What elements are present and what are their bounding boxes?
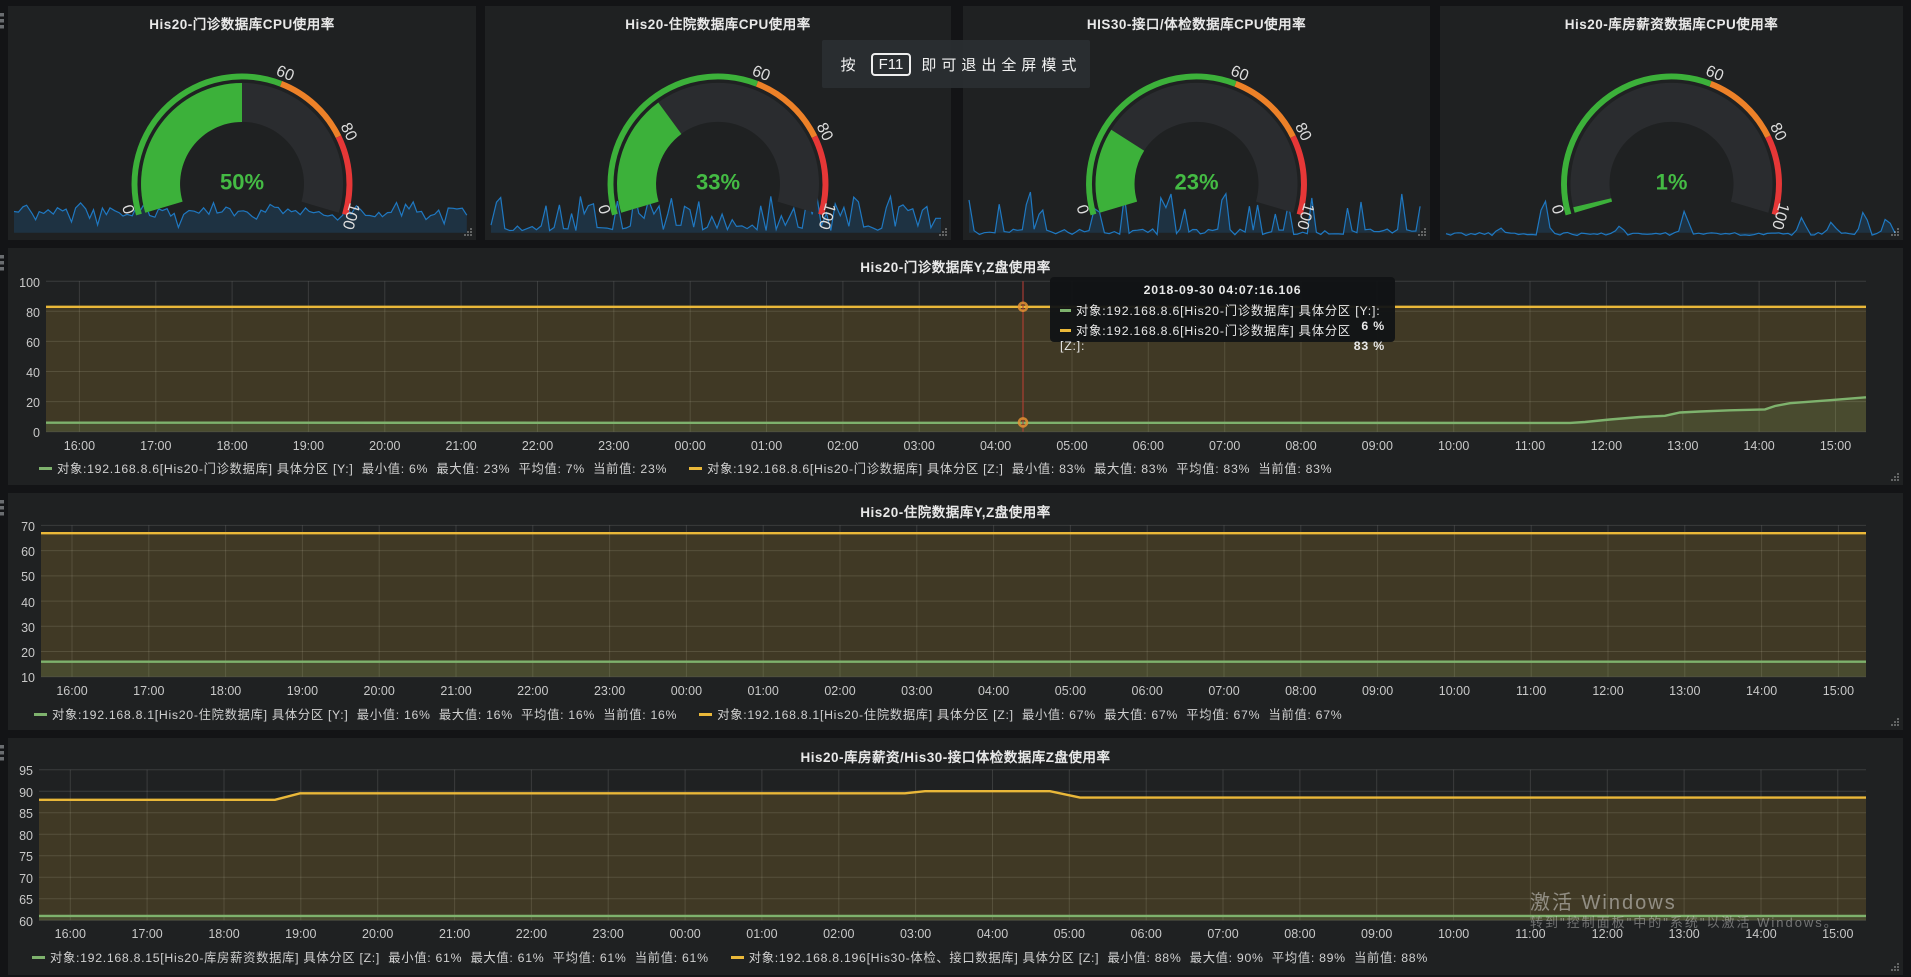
svg-text:50%: 50% xyxy=(220,170,264,195)
svg-text:23%: 23% xyxy=(1174,170,1218,195)
svg-text:33%: 33% xyxy=(696,170,740,195)
svg-text:100: 100 xyxy=(1768,201,1792,232)
svg-text:1%: 1% xyxy=(1656,170,1688,195)
